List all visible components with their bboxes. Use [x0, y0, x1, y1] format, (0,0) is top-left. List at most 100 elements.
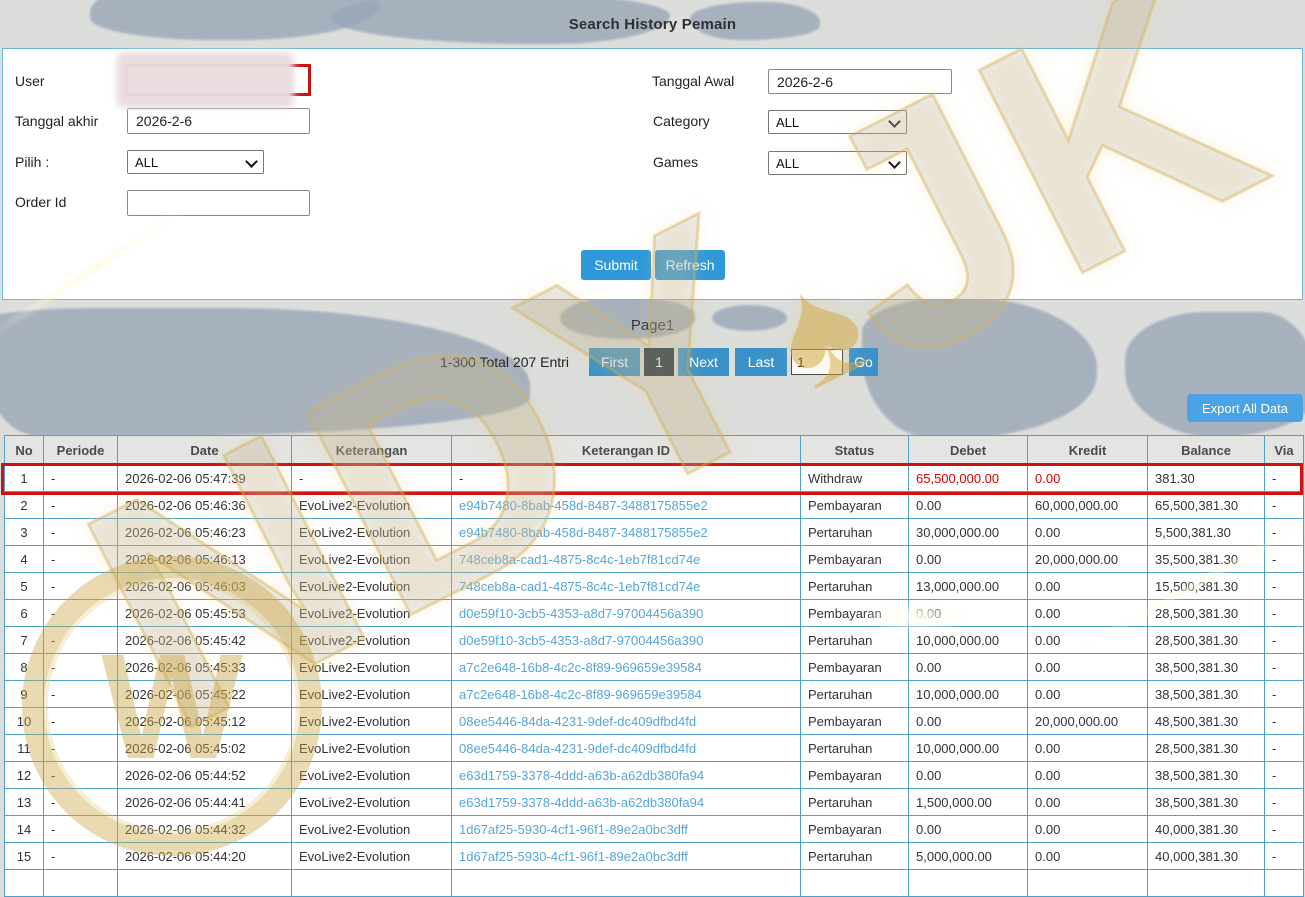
table-cell: 60,000,000.00: [1027, 491, 1148, 519]
keterangan-id-link[interactable]: 1d67af25-5930-4cf1-96f1-89e2a0bc3dff: [451, 815, 801, 843]
table-row: 2-2026-02-06 05:46:36 EvoLive2-Evolution e…: [4, 491, 1304, 519]
table-cell: [4, 869, 44, 897]
table-cell: 0.00: [908, 653, 1028, 681]
table-cell: Pembayaran: [800, 815, 909, 843]
history-table: No Periode Date Keterangan Keterangan ID Stat…: [4, 435, 1304, 897]
table-cell: 20,000,000.00: [1027, 707, 1148, 735]
keterangan-id-link[interactable]: a7c2e648-16b8-4c2c-8f89-969659e39584: [451, 680, 801, 708]
keterangan-id-link[interactable]: e63d1759-3378-4ddd-a63b-a62db380fa94: [451, 761, 801, 789]
table-cell: EvoLive2-Evolution: [291, 842, 452, 870]
table-cell: -: [43, 707, 118, 735]
table-cell: 0.00: [908, 491, 1028, 519]
table-cell: -: [43, 464, 118, 492]
table-cell: -: [1264, 680, 1304, 708]
chevron-down-icon: [890, 118, 899, 127]
table-cell: Pertaruhan: [800, 842, 909, 870]
table-cell: -: [1264, 572, 1304, 600]
table-row: 10-2026-02-06 05:45:12 EvoLive2-Evolution…: [4, 707, 1304, 735]
table-cell: -: [43, 599, 118, 627]
pagination-current-page[interactable]: 1: [644, 348, 674, 376]
table-cell: 13,000,000.00: [908, 572, 1028, 600]
table-cell: Pembayaran: [800, 599, 909, 627]
keterangan-id-link[interactable]: e63d1759-3378-4ddd-a63b-a62db380fa94: [451, 788, 801, 816]
table-cell: 2026-02-06 05:44:52: [117, 761, 292, 789]
table-cell: 38,500,381.30: [1147, 653, 1265, 681]
table-cell: [800, 869, 909, 897]
table-cell: [451, 869, 801, 897]
table-cell: [1147, 869, 1265, 897]
keterangan-id-link[interactable]: a7c2e648-16b8-4c2c-8f89-969659e39584: [451, 653, 801, 681]
keterangan-id-link[interactable]: d0e59f10-3cb5-4353-a8d7-97004456a390: [451, 599, 801, 627]
category-select[interactable]: ALL: [768, 110, 907, 134]
table-cell: EvoLive2-Evolution: [291, 545, 452, 573]
table-cell: 1,500,000.00: [908, 788, 1028, 816]
table-cell: 30,000,000.00: [908, 518, 1028, 546]
table-cell: -: [43, 518, 118, 546]
keterangan-id-link[interactable]: d0e59f10-3cb5-4353-a8d7-97004456a390: [451, 626, 801, 654]
keterangan-id-link[interactable]: 08ee5446-84da-4231-9def-dc409dfbd4fd: [451, 707, 801, 735]
table-header-row: No Periode Date Keterangan Keterangan ID Stat…: [4, 435, 1304, 465]
table-cell: 0.00: [1027, 680, 1148, 708]
export-all-data-button[interactable]: Export All Data: [1187, 394, 1303, 422]
table-cell: 2026-02-06 05:45:53: [117, 599, 292, 627]
column-header: Status: [800, 435, 909, 465]
table-row: 14-2026-02-06 05:44:32 EvoLive2-Evolution…: [4, 815, 1304, 843]
games-select-value: ALL: [776, 155, 800, 171]
table-cell: -: [1264, 626, 1304, 654]
table-cell: 2026-02-06 05:45:02: [117, 734, 292, 762]
pilih-label: Pilih :: [15, 154, 50, 170]
table-cell: EvoLive2-Evolution: [291, 761, 452, 789]
keterangan-id-link[interactable]: 1d67af25-5930-4cf1-96f1-89e2a0bc3dff: [451, 842, 801, 870]
tanggal-akhir-input[interactable]: [127, 108, 310, 134]
table-row: 12-2026-02-06 05:44:52 EvoLive2-Evolution…: [4, 761, 1304, 789]
table-cell: 15: [4, 842, 44, 870]
table-cell: 4: [4, 545, 44, 573]
games-select[interactable]: ALL: [768, 151, 907, 175]
table-cell: 5: [4, 572, 44, 600]
table-cell: 28,500,381.30: [1147, 626, 1265, 654]
table-cell: Pertaruhan: [800, 734, 909, 762]
table-cell: 0.00: [1027, 842, 1148, 870]
table-cell: 2026-02-06 05:45:12: [117, 707, 292, 735]
tanggal-akhir-label: Tanggal akhir: [15, 113, 99, 129]
keterangan-id-link[interactable]: e94b7480-8bab-458d-8487-3488175855e2: [451, 491, 801, 519]
keterangan-id-link[interactable]: 748ceb8a-cad1-4875-8c4c-1eb7f81cd74e: [451, 545, 801, 573]
tanggal-awal-input[interactable]: [768, 69, 952, 94]
go-button[interactable]: Go: [849, 348, 878, 376]
column-header: Debet: [908, 435, 1028, 465]
pagination-first-button[interactable]: First: [589, 348, 640, 376]
table-cell: 28,500,381.30: [1147, 599, 1265, 627]
table-cell: 0.00: [1027, 815, 1148, 843]
table-cell: 0.00: [1027, 788, 1148, 816]
table-cell: 2026-02-06 05:46:23: [117, 518, 292, 546]
table-cell: 0.00: [1027, 572, 1148, 600]
table-cell: 0.00: [908, 761, 1028, 789]
table-cell: -: [291, 464, 452, 492]
pilih-select[interactable]: ALL: [127, 150, 264, 174]
submit-button[interactable]: Submit: [581, 250, 651, 280]
goto-page-input[interactable]: [791, 349, 843, 375]
refresh-button[interactable]: Refresh: [655, 250, 725, 280]
pagination-next-button[interactable]: Next: [678, 348, 729, 376]
pilih-select-value: ALL: [135, 154, 159, 170]
table-cell: 0.00: [1027, 734, 1148, 762]
chevron-down-icon: [247, 158, 256, 167]
column-header: Balance: [1147, 435, 1265, 465]
table-cell: 2026-02-06 05:46:03: [117, 572, 292, 600]
table-row: 11-2026-02-06 05:45:02 EvoLive2-Evolution…: [4, 734, 1304, 762]
table-cell: 10,000,000.00: [908, 734, 1028, 762]
table-cell: EvoLive2-Evolution: [291, 680, 452, 708]
table-row: 7-2026-02-06 05:45:42 EvoLive2-Evolution d…: [4, 626, 1304, 654]
table-row: 8-2026-02-06 05:45:33 EvoLive2-Evolution a…: [4, 653, 1304, 681]
order-id-input[interactable]: [127, 190, 310, 216]
column-header: Via: [1264, 435, 1304, 465]
table-cell: 10,000,000.00: [908, 626, 1028, 654]
table-row: 6-2026-02-06 05:45:53 EvoLive2-Evolution d…: [4, 599, 1304, 627]
table-row: 1-2026-02-06 05:47:39- - Withdraw 65,500,00…: [4, 464, 1304, 492]
table-cell: [291, 869, 452, 897]
keterangan-id-link[interactable]: 748ceb8a-cad1-4875-8c4c-1eb7f81cd74e: [451, 572, 801, 600]
keterangan-id-link[interactable]: e94b7480-8bab-458d-8487-3488175855e2: [451, 518, 801, 546]
keterangan-id-link[interactable]: 08ee5446-84da-4231-9def-dc409dfbd4fd: [451, 734, 801, 762]
pagination-last-button[interactable]: Last: [735, 348, 787, 376]
category-select-value: ALL: [776, 114, 800, 130]
